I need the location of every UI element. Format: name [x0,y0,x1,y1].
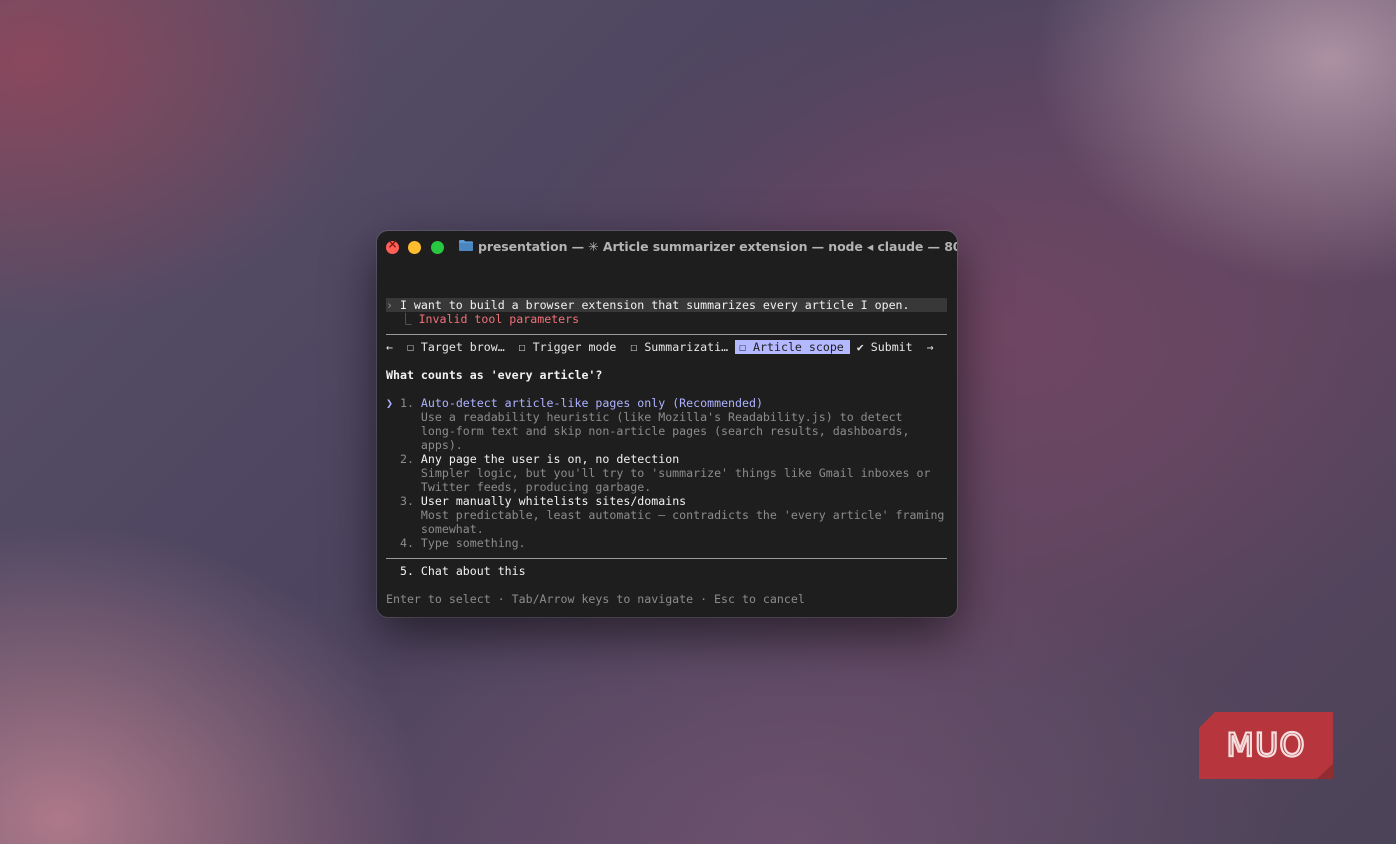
option-5-chat[interactable]: 5. Chat about this [386,564,526,578]
option-1-desc-line: long-form text and skip non-article page… [420,424,910,438]
keyboard-hint-footer: Enter to select · Tab/Arrow keys to navi… [386,592,805,606]
tab-label: Submit [870,340,913,354]
option-3-desc-line: Most predictable, least automatic — cont… [420,508,945,522]
user-prompt: › I want to build a browser extension th… [386,298,947,312]
prompt-marker: › [386,298,393,312]
terminal-window: presentation — ✳ Article summarizer exte… [377,231,957,617]
tab-label: Summarizati… [644,340,729,354]
option-number: 1. [399,396,414,410]
option-2[interactable]: 2. Any page the user is on, no detection [386,452,679,466]
selection-cursor: ❯ [386,396,393,410]
terminal-content[interactable]: › I want to build a browser extension th… [386,231,948,617]
checkbox-icon: ☐ [406,340,414,354]
option-2-desc-line: Simpler logic, but you'll try to 'summar… [420,466,931,480]
option-4-type-something[interactable]: 4. Type something. [386,536,526,550]
tab-label: Trigger mode [532,340,617,354]
muo-logo-text: MUO [1226,726,1305,764]
option-label: Chat about this [420,564,526,578]
option-label: Type something. [420,536,526,550]
option-number: 3. [399,494,414,508]
option-label: Auto-detect article-like pages only (Rec… [420,396,763,410]
divider-bottom [386,558,947,559]
check-icon: ✔ [856,340,864,354]
question-tabs: ← ☐ Target brow… ☐ Trigger mode ☐ Summar… [386,340,934,354]
tab-target-browser[interactable]: ☐ Target brow… [407,340,505,354]
tab-summarization[interactable]: ☐ Summarizati… [630,340,728,354]
option-number: 2. [399,452,414,466]
option-label: User manually whitelists sites/domains [420,494,687,508]
option-number: 5. [399,564,414,578]
muo-logo: MUO [1199,712,1333,779]
option-1-desc-line: Use a readability heuristic (like Mozill… [420,410,903,424]
tab-submit[interactable]: ✔ Submit [857,340,913,354]
tab-label: Article scope [753,340,844,354]
option-label: Any page the user is on, no detection [420,452,680,466]
tabs-right-arrow[interactable]: → [927,340,934,354]
option-3-desc-line: somewhat. [420,522,484,536]
prompt-text: I want to build a browser extension that… [399,298,910,312]
checkbox-icon: ☐ [630,340,638,354]
checkbox-icon: ☐ [739,340,747,354]
option-3[interactable]: 3. User manually whitelists sites/domain… [386,494,686,508]
option-number: 4. [399,536,414,550]
tab-trigger-mode[interactable]: ☐ Trigger mode [519,340,617,354]
option-1[interactable]: ❯ 1. Auto-detect article-like pages only… [386,396,763,410]
error-branch: ⎿ [399,312,412,326]
divider-top [386,334,947,335]
option-2-desc-line: Twitter feeds, producing garbage. [420,480,652,494]
tab-article-scope[interactable]: ☐ Article scope [735,340,850,354]
error-line: ⎿ Invalid tool parameters [386,312,579,326]
error-text: Invalid tool parameters [418,312,580,326]
tab-label: Target brow… [420,340,505,354]
checkbox-icon: ☐ [518,340,526,354]
option-1-desc-line: apps). [420,438,463,452]
tabs-left-arrow[interactable]: ← [386,340,393,354]
question-heading: What counts as 'every article'? [386,368,603,382]
